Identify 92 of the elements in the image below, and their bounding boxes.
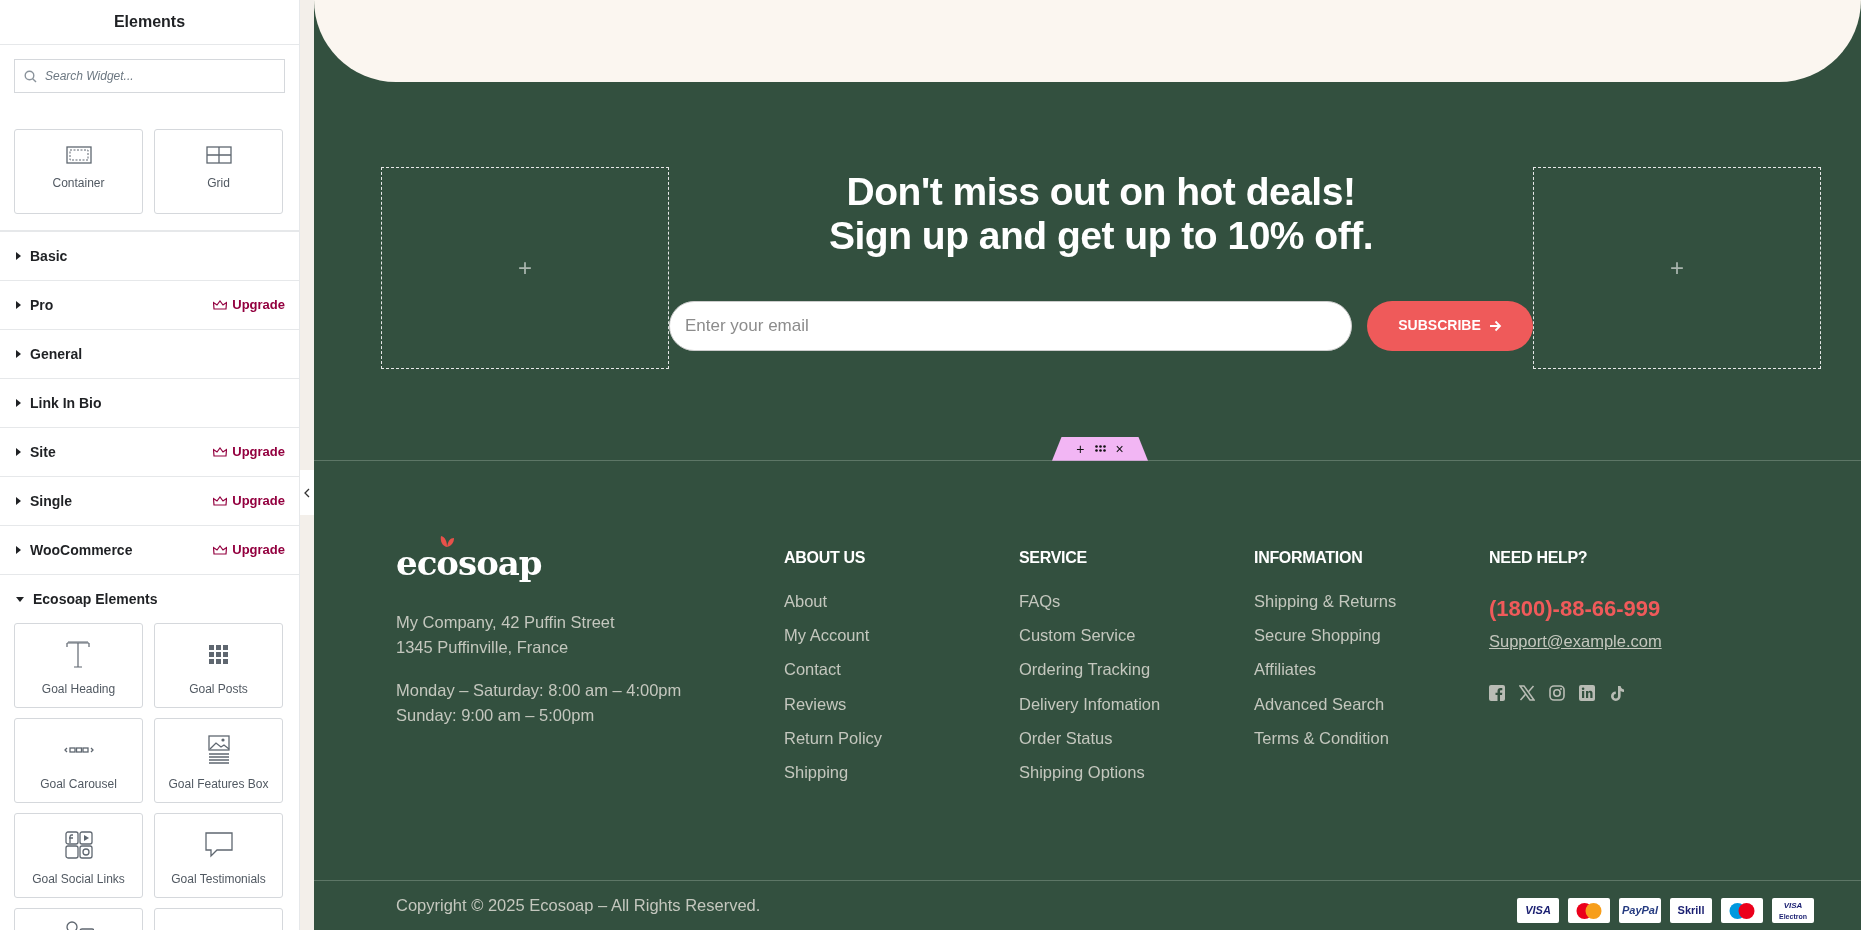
- category-header[interactable]: General: [0, 329, 299, 378]
- category-header[interactable]: WooCommerce Upgrade: [0, 525, 299, 574]
- footer-link[interactable]: Shipping Options: [1019, 762, 1254, 783]
- crown-icon: [213, 300, 228, 310]
- footer-link[interactable]: Shipping: [784, 762, 1019, 783]
- upgrade-label[interactable]: Upgrade: [232, 540, 285, 560]
- search-field[interactable]: Search Widget...: [14, 59, 285, 93]
- drag-handle-icon[interactable]: [1094, 445, 1106, 453]
- widget-card[interactable]: Goal Carousel: [14, 718, 143, 803]
- address-text: My Company, 42 Puffin Street 1345 Puffinville, France: [396, 611, 616, 658]
- upgrade-link[interactable]: Upgrade: [213, 442, 285, 462]
- category-header[interactable]: Single Upgrade: [0, 476, 299, 525]
- empty-column[interactable]: +: [1533, 166, 1821, 369]
- facebook-icon[interactable]: [1489, 684, 1505, 701]
- crown-icon: [213, 496, 228, 506]
- column-heading: NEED HELP?: [1489, 547, 1589, 568]
- social-icons-icon: [63, 830, 94, 860]
- column-heading: ABOUT US: [784, 547, 867, 568]
- category-header[interactable]: Basic: [0, 231, 299, 280]
- column-heading: SERVICE: [1019, 547, 1088, 568]
- footer-link[interactable]: About: [784, 590, 1019, 611]
- panel-title: Elements: [113, 12, 186, 32]
- add-section-button[interactable]: +: [1076, 441, 1085, 456]
- phone-number: (1800)-88-66-999: [1489, 594, 1662, 623]
- carousel-icon: [63, 747, 94, 753]
- opening-hours-text: Monday – Saturday: 8:00 am – 4:00pm Sunday: 9:00 am – 5:00pm: [396, 679, 683, 726]
- empty-column[interactable]: +: [381, 166, 669, 369]
- widget-card[interactable]: Container: [14, 129, 143, 214]
- add-icon[interactable]: +: [518, 249, 532, 286]
- copyright-text: Copyright © 2025 Ecosoap – All Rights Reserved.: [396, 895, 761, 917]
- speech-bubble-icon: [203, 830, 234, 860]
- upgrade-label[interactable]: Upgrade: [232, 442, 285, 462]
- upgrade-link[interactable]: Upgrade: [213, 295, 285, 315]
- footer-link[interactable]: Shipping & Returns: [1254, 590, 1489, 611]
- footer-link[interactable]: Affiliates: [1254, 659, 1489, 680]
- email-link[interactable]: Support@example.com: [1489, 628, 1662, 654]
- crown-icon: [213, 545, 228, 555]
- category-header[interactable]: Site Upgrade: [0, 427, 299, 476]
- footer-link[interactable]: Delivery Infomation: [1019, 693, 1254, 714]
- category-header[interactable]: Link In Bio: [0, 378, 299, 427]
- category-header[interactable]: Pro Upgrade: [0, 280, 299, 329]
- card-circles-icon: [1728, 901, 1756, 920]
- tiktok-icon[interactable]: [1609, 684, 1625, 701]
- grid-icon: [205, 146, 232, 164]
- caret-right-icon: [16, 497, 21, 505]
- footer-link[interactable]: FAQs: [1019, 590, 1254, 611]
- linkedin-icon[interactable]: [1579, 684, 1595, 701]
- footer-link[interactable]: Custom Service: [1019, 625, 1254, 646]
- caret-right-icon: [16, 399, 21, 407]
- widget-card[interactable]: Goal Features Box: [154, 718, 283, 803]
- crown-icon: [213, 447, 228, 457]
- footer-link[interactable]: Ordering Tracking: [1019, 659, 1254, 680]
- instagram-icon[interactable]: [1549, 684, 1565, 701]
- payment-card: Skrill: [1670, 898, 1712, 924]
- widget-card[interactable]: Goal Posts: [154, 623, 283, 708]
- arrow-right-icon: [1488, 319, 1502, 332]
- card-circles-icon: [1575, 901, 1603, 920]
- footer-link[interactable]: My Account: [784, 625, 1019, 646]
- footer-link[interactable]: Terms & Condition: [1254, 728, 1489, 748]
- caret-right-icon: [16, 252, 21, 260]
- caret-right-icon: [16, 301, 21, 309]
- footer-link[interactable]: Secure Shopping: [1254, 625, 1489, 646]
- widget-card[interactable]: Goal Social Links: [14, 813, 143, 898]
- payment-card: VISA: [1517, 898, 1559, 924]
- email-field[interactable]: Enter your email: [669, 300, 1352, 351]
- newsletter-heading: Don't miss out on hot deals! Sign up and get up to 10% off.: [829, 169, 1373, 258]
- footer-link[interactable]: Order Status: [1019, 728, 1254, 748]
- logo-text: ecosoap: [396, 542, 542, 583]
- caret-down-icon: [16, 596, 24, 602]
- caret-right-icon: [16, 448, 21, 456]
- widget-card[interactable]: Goal Heading: [14, 623, 143, 708]
- leaf-icon: [439, 534, 455, 547]
- footer-link[interactable]: Reviews: [784, 693, 1019, 714]
- upgrade-label[interactable]: Upgrade: [232, 295, 285, 315]
- footer-link[interactable]: Contact: [784, 659, 1019, 680]
- footer-link[interactable]: Advanced Search: [1254, 693, 1489, 714]
- container-icon: [65, 146, 92, 164]
- caret-right-icon: [16, 546, 21, 554]
- add-icon[interactable]: +: [1670, 249, 1684, 286]
- upgrade-link[interactable]: Upgrade: [213, 540, 285, 560]
- upgrade-label[interactable]: Upgrade: [232, 491, 285, 511]
- x-icon[interactable]: [1519, 684, 1535, 701]
- upgrade-link[interactable]: Upgrade: [213, 491, 285, 511]
- column-heading: INFORMATION: [1254, 547, 1364, 568]
- collapse-handle[interactable]: [300, 470, 314, 515]
- widget-card[interactable]: Grid: [154, 129, 283, 214]
- footer-link[interactable]: Return Policy: [784, 728, 1019, 748]
- widget-card[interactable]: Goal Testimonials: [154, 813, 283, 898]
- close-button[interactable]: ×: [1115, 441, 1124, 456]
- payment-card: PayPal: [1619, 898, 1661, 924]
- caret-right-icon: [16, 350, 21, 358]
- chevron-left-icon: [304, 487, 310, 498]
